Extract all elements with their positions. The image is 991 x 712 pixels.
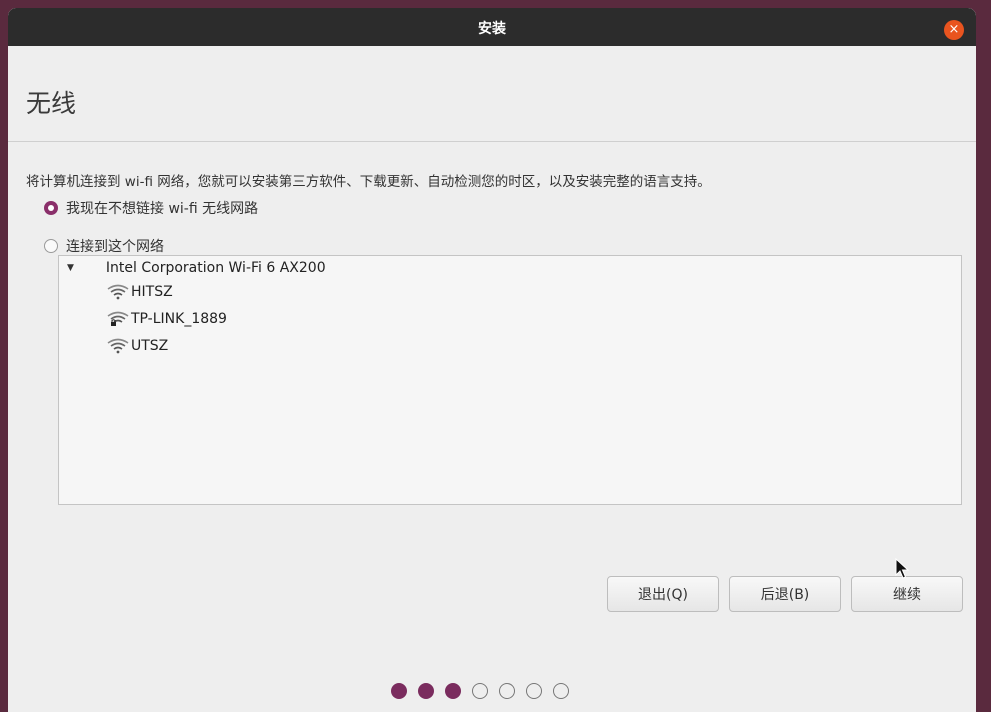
step-dot-pending [472, 683, 488, 699]
wifi-signal-icon [107, 338, 129, 354]
radio-selected-icon[interactable] [44, 201, 58, 215]
network-list[interactable]: ▼ Intel Corporation Wi-Fi 6 AX200 HITSZ [58, 255, 962, 505]
divider [8, 141, 976, 142]
back-button[interactable]: 后退(B) [729, 576, 841, 612]
step-dot-pending [553, 683, 569, 699]
network-ssid: HITSZ [131, 284, 173, 300]
network-ssid: UTSZ [131, 338, 169, 354]
close-icon[interactable]: × [944, 20, 964, 40]
network-device-row[interactable]: ▼ Intel Corporation Wi-Fi 6 AX200 [67, 260, 326, 276]
title-bar: 安装 × [8, 8, 976, 46]
page-title: 无线 [26, 89, 77, 118]
radio-no-wifi-label: 我现在不想链接 wi-fi 无线网路 [66, 201, 259, 217]
window-title: 安装 [478, 21, 506, 37]
network-ssid: TP-LINK_1889 [131, 311, 227, 327]
step-dot-completed [391, 683, 407, 699]
wifi-signal-icon [107, 284, 129, 300]
step-dot-pending [526, 683, 542, 699]
radio-connect-label: 连接到这个网络 [66, 239, 164, 255]
radio-unselected-icon[interactable] [44, 239, 58, 253]
network-item-utsz[interactable]: UTSZ [107, 338, 168, 354]
step-dot-completed [418, 683, 434, 699]
quit-button[interactable]: 退出(Q) [607, 576, 719, 612]
wifi-secure-icon [107, 311, 129, 326]
radio-connect[interactable]: 连接到这个网络 [44, 236, 164, 256]
step-dot-pending [499, 683, 515, 699]
page-description: 将计算机连接到 wi-fi 网络，您就可以安装第三方软件、下载更新、自动检测您的… [26, 174, 711, 190]
device-name: Intel Corporation Wi-Fi 6 AX200 [105, 260, 326, 276]
continue-button[interactable]: 继续 [851, 576, 963, 612]
network-item-tp-link[interactable]: TP-LINK_1889 [107, 311, 227, 327]
network-item-hitsz[interactable]: HITSZ [107, 284, 173, 300]
installer-window: 安装 × 无线 将计算机连接到 wi-fi 网络，您就可以安装第三方软件、下载更… [8, 8, 976, 712]
radio-no-wifi[interactable]: 我现在不想链接 wi-fi 无线网路 [44, 198, 258, 218]
expander-arrow-icon[interactable]: ▼ [67, 263, 74, 273]
step-dot-completed [445, 683, 461, 699]
mouse-cursor-icon [895, 558, 910, 579]
content-area: 无线 将计算机连接到 wi-fi 网络，您就可以安装第三方软件、下载更新、自动检… [8, 46, 976, 712]
step-indicator [391, 683, 569, 699]
